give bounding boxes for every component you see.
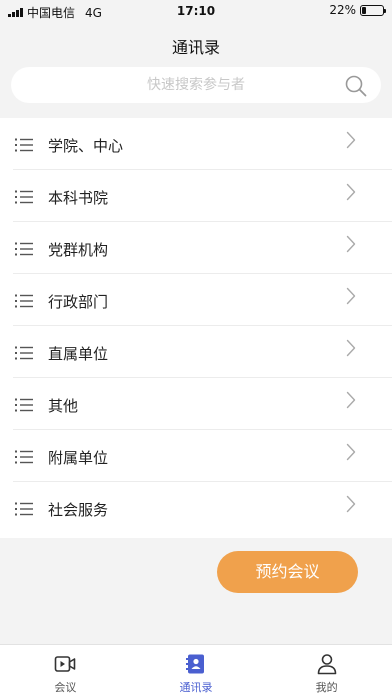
list-item-label: 本科书院 [48,189,109,207]
list-icon [15,398,33,412]
list-icon [15,242,33,256]
list-item[interactable]: 附属单位 [13,430,392,482]
tab-label: 通讯录 [179,681,213,694]
list-item-label: 直属单位 [48,345,109,363]
list-item[interactable]: 学院、中心 [13,118,392,170]
list-item[interactable]: 党群机构 [13,222,392,274]
battery-fill [362,6,367,14]
video-meeting-icon [55,656,76,672]
chevron-right-icon [346,391,356,409]
list-item[interactable]: 社会服务 [13,482,392,534]
book-meeting-button[interactable]: 预约会议 [217,551,358,593]
tab-profile[interactable]: 我的 [261,645,392,696]
tab-contacts[interactable]: 通讯录 [131,645,262,696]
search-icon[interactable] [345,75,367,97]
list-item-label: 社会服务 [48,501,109,519]
chevron-right-icon [346,183,356,201]
search-bar[interactable] [11,67,381,103]
list-item-label: 附属单位 [48,449,109,467]
page-title: 通讯录 [171,38,220,57]
battery-icon [360,4,386,16]
chevron-right-icon [346,235,356,253]
status-right: 22% [329,3,386,17]
list-item-label: 学院、中心 [48,137,124,155]
chevron-right-icon [346,287,356,305]
list-item-label: 行政部门 [48,293,109,311]
list-icon [15,138,33,152]
search-input[interactable] [11,67,341,103]
tab-label: 会议 [54,681,77,694]
list-item-label: 其他 [48,397,79,415]
tab-label: 我的 [315,681,338,694]
list-item[interactable]: 本科书院 [13,170,392,222]
list-icon [15,346,33,360]
tab-bar: 会议 通讯录 我的 [0,644,392,696]
list-icon [15,190,33,204]
battery-percent: 22% [329,3,356,17]
tab-meetings[interactable]: 会议 [0,645,131,696]
list-item-label: 党群机构 [48,241,109,259]
directory-list: 学院、中心本科书院党群机构行政部门直属单位其他附属单位社会服务 [0,118,392,538]
chevron-right-icon [346,495,356,513]
list-icon [15,502,33,516]
list-item[interactable]: 直属单位 [13,326,392,378]
chevron-right-icon [346,131,356,149]
list-item[interactable]: 其他 [13,378,392,430]
contacts-icon [186,654,204,674]
list-icon [15,294,33,308]
chevron-right-icon [346,339,356,357]
list-icon [15,450,33,464]
user-profile-icon [317,654,336,675]
list-item[interactable]: 行政部门 [13,274,392,326]
status-bar: 中国电信 4G 17:10 22% [0,0,392,22]
chevron-right-icon [346,443,356,461]
